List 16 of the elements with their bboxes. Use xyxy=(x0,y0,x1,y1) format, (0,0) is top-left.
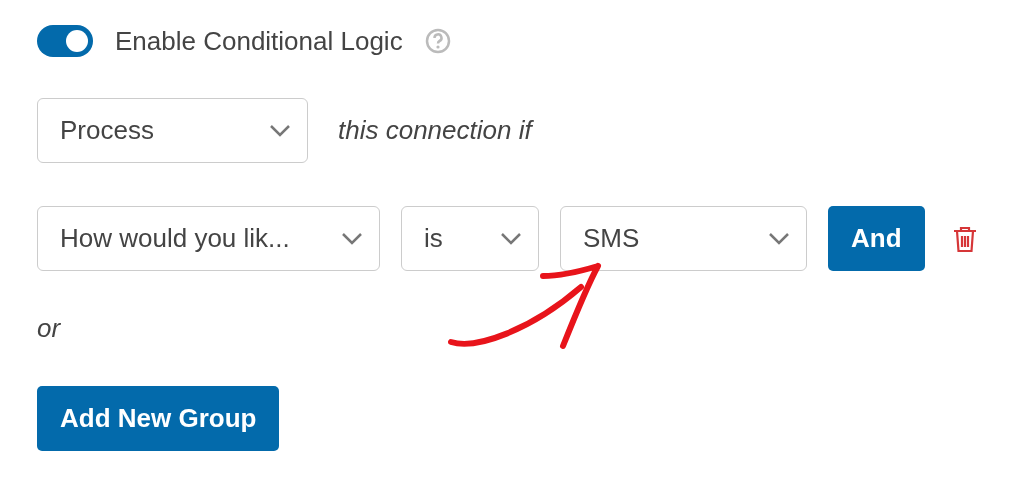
toggle-label: Enable Conditional Logic xyxy=(115,25,403,57)
chevron-down-icon xyxy=(269,123,291,138)
condition-text: this connection if xyxy=(338,115,532,146)
operator-select[interactable]: is xyxy=(401,206,539,271)
trash-icon[interactable] xyxy=(951,224,978,253)
chevron-down-icon xyxy=(500,231,522,246)
toggle-switch[interactable] xyxy=(37,25,93,57)
or-text: or xyxy=(37,313,61,344)
chevron-down-icon xyxy=(341,231,363,246)
chevron-down-icon xyxy=(768,231,790,246)
help-icon xyxy=(424,28,451,54)
value-select[interactable]: SMS xyxy=(560,206,807,271)
field-select[interactable]: How would you lik... xyxy=(37,206,380,271)
action-select[interactable]: Process xyxy=(37,98,308,163)
add-group-button[interactable]: Add New Group xyxy=(37,386,280,451)
and-button[interactable]: And xyxy=(828,206,925,271)
